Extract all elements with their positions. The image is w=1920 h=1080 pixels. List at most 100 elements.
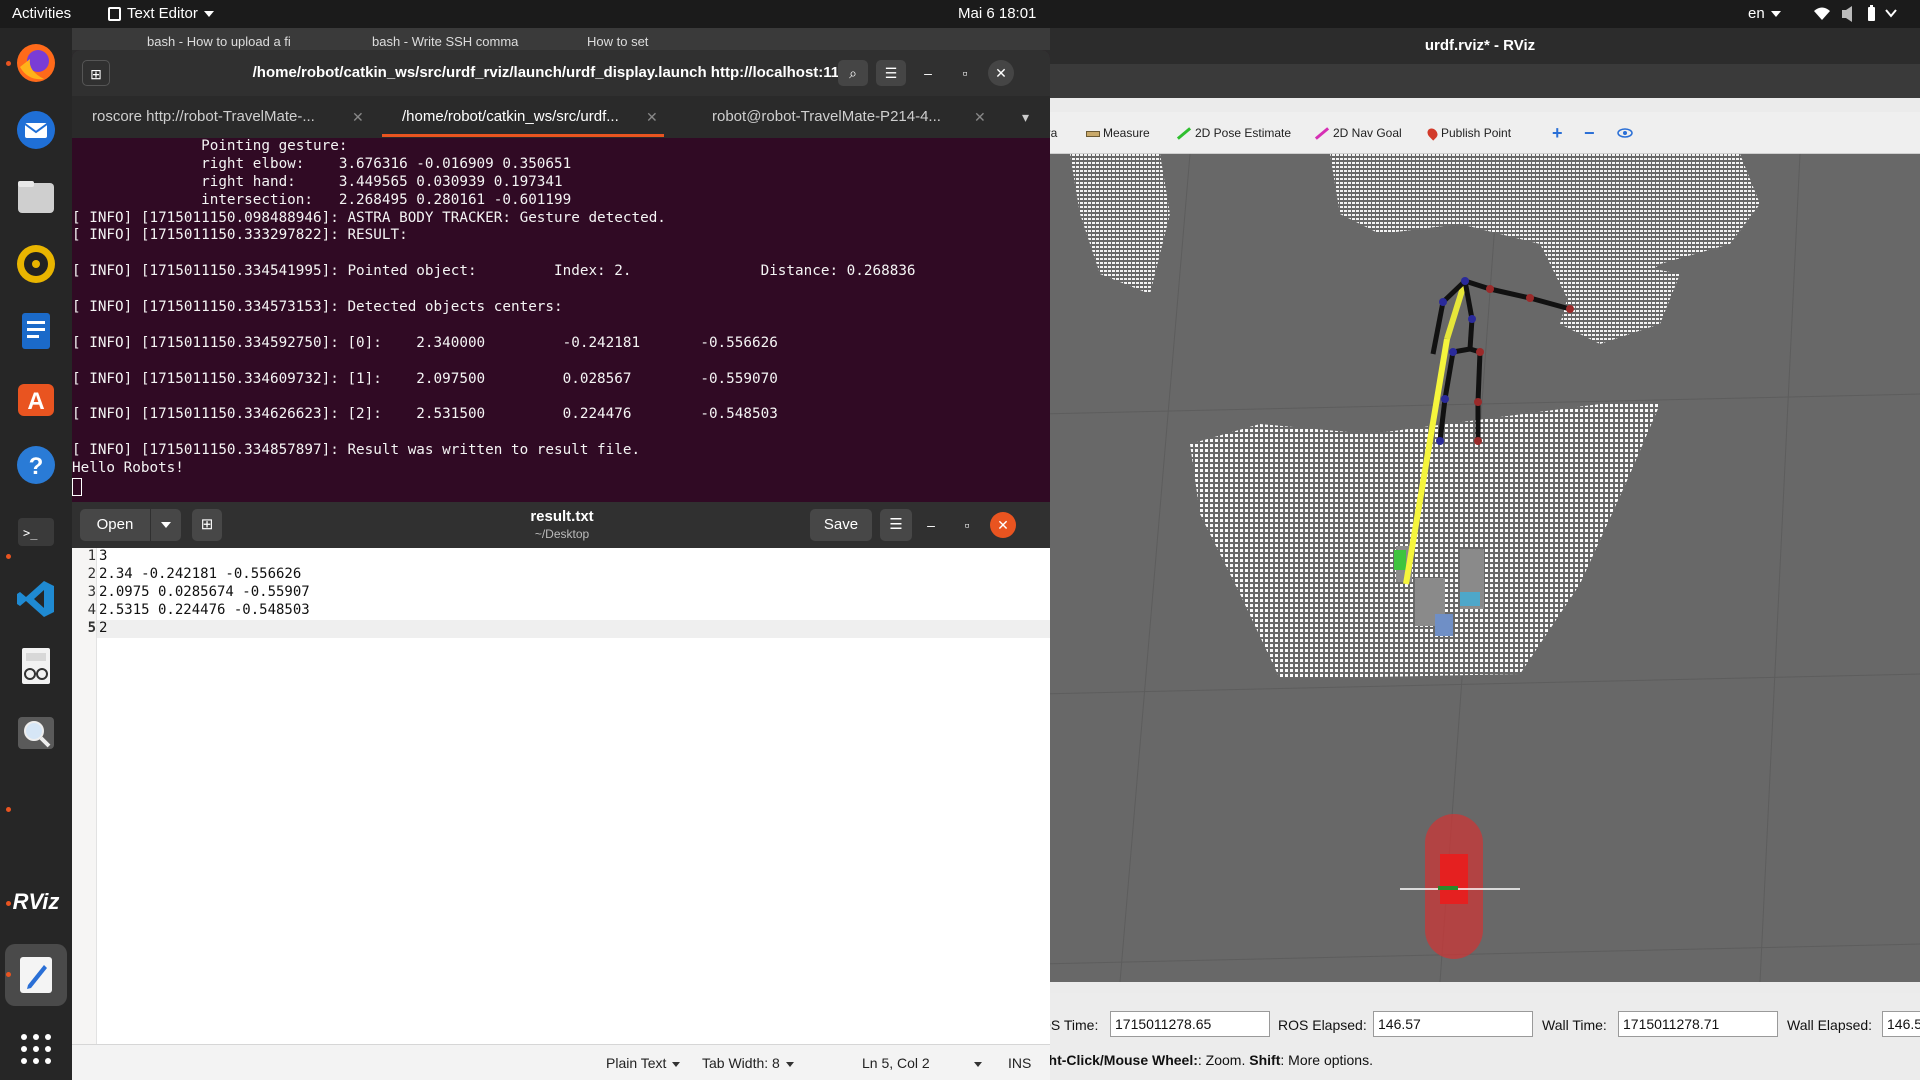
terminal-line: [ INFO] [1715011150.334541995]: Pointed … [72,263,916,280]
firefox-icon[interactable] [11,38,61,88]
tab-robot-shell[interactable]: robot@robot-TravelMate-P214-4... [712,96,941,138]
active-tab-indicator [382,134,664,137]
remove-tool-icon[interactable]: − [1584,112,1595,154]
terminal-output[interactable]: Pointing gesture: right elbow: 3.676316 … [72,138,1050,502]
close-icon[interactable]: ✕ [974,96,986,138]
terminal-icon[interactable]: >_ [11,507,61,557]
app-menu[interactable]: Text Editor [108,0,214,28]
close-icon[interactable]: ✕ [646,96,658,138]
close-icon[interactable]: ✕ [988,60,1014,86]
code-line: 2.5315 0.224476 -0.548503 [99,602,310,618]
position-dropdown[interactable] [968,1045,982,1080]
show-apps-icon[interactable] [11,1024,61,1074]
insert-mode[interactable]: INS [1008,1045,1031,1080]
object-0-box [1394,550,1406,570]
pose-estimate-label: 2D Pose Estimate [1195,126,1292,140]
text-editor-icon[interactable] [5,944,67,1006]
point-cloud-wall-top [1330,154,1760,314]
measure-tool-button[interactable]: Measure [1086,112,1150,154]
editor-status-bar: Plain Text Tab Width: 8 Ln 5, Col 2 INS [72,1044,1050,1080]
terminal-line: [ INFO] [1715011150.098488946]: ASTRA BO… [72,209,666,226]
minimize-icon[interactable]: – [918,512,944,538]
ros-time-field[interactable]: 1715011278.65 [1110,1011,1270,1037]
browser-tab-strip: bash - How to upload a fi bash - Write S… [72,28,1050,50]
cursor-position[interactable]: Ln 5, Col 2 [862,1045,930,1080]
help-icon[interactable]: ? [11,440,61,490]
language-label: en [1748,5,1765,22]
terminal-line: [ INFO] [1715011150.334573153]: Detected… [72,299,563,316]
close-icon[interactable]: ✕ [990,512,1016,538]
point-cloud-scene [1040,154,1920,982]
mouse-hint: ght-Click/Mouse Wheel:: Zoom. Shift: Mor… [1040,1048,1373,1072]
browser-tab-1[interactable]: bash - How to upload a fi [147,34,291,49]
new-tab-icon[interactable]: ⊞ [192,509,222,541]
language-selector[interactable]: Plain Text [606,1045,681,1080]
open-dropdown-button[interactable] [151,509,181,541]
browser-tab-2[interactable]: bash - Write SSH comma [372,34,518,49]
open-button[interactable]: Open [80,509,150,541]
minimize-icon[interactable]: – [915,60,941,86]
pose-estimate-button[interactable]: 2D Pose Estimate [1176,112,1291,154]
files-icon[interactable] [11,172,61,222]
tab-roscore[interactable]: roscore http://robot-TravelMate-... [92,96,315,138]
running-indicator [6,901,11,906]
eye-icon[interactable] [1616,112,1636,154]
system-tray[interactable] [1812,0,1908,28]
3d-viewport[interactable] [1040,154,1920,982]
tab-width-selector[interactable]: Tab Width: 8 [702,1045,794,1080]
dock: A ? >_ RViz [0,28,72,1080]
close-icon[interactable]: ✕ [352,96,364,138]
search-icon[interactable] [11,708,61,758]
terminal-line: right elbow: 3.676316 -0.016909 0.350651 [72,155,572,172]
hamburger-menu-icon[interactable]: ☰ [876,60,906,86]
vscode-icon[interactable] [11,574,61,624]
publish-point-button[interactable]: Publish Point [1425,112,1511,154]
hamburger-menu-icon[interactable]: ☰ [880,509,912,541]
add-tool-icon[interactable]: + [1552,112,1563,154]
search-icon[interactable]: ⌕ [838,60,868,86]
magenta-arrow-icon [1314,127,1330,141]
app-menu-label: Text Editor [127,5,198,22]
terminal-cursor [72,477,82,496]
svg-text:A: A [27,388,44,415]
maximize-icon[interactable]: ▫ [954,512,980,538]
new-tab-icon[interactable]: ⊞ [82,60,110,86]
wall-time-label: Wall Time: [1542,1017,1607,1033]
code-line: 2.0975 0.0285674 -0.55907 [99,584,310,600]
thunderbird-icon[interactable] [11,105,61,155]
editor-header-bar: Open ⊞ result.txt ~/Desktop Save ☰ – ▫ ✕ [72,502,1050,548]
terminal-line: [ INFO] [1715011150.334609732]: [1]: 2.0… [72,370,778,387]
rhythmbox-icon[interactable] [11,239,61,289]
save-button[interactable]: Save [810,509,872,541]
line-number-gutter: 1 2 3 4 5 [72,548,97,1044]
document-viewer-icon[interactable] [11,641,61,691]
language-indicator[interactable]: en [1748,0,1781,28]
browser-tab-3[interactable]: How to set [587,34,648,49]
current-line-highlight [97,620,1050,638]
activities-button[interactable]: Activities [12,0,71,28]
top-bar: Activities Text Editor Mai 6 18:01 en [0,0,1920,28]
terminal-line: [ INFO] [1715011150.334857897]: Result w… [72,442,641,459]
app-center-icon[interactable]: A [11,373,61,423]
hint-mouse: ght-Click/Mouse Wheel: [1040,1052,1198,1068]
line-number: 2 [87,566,96,582]
point-cloud-floor [1190,404,1660,679]
ros-elapsed-field[interactable]: 146.57 [1373,1011,1533,1037]
rviz-window: urdf.rviz* - RViz era Measure 2D Pose Es… [1040,28,1920,1080]
wall-time-field[interactable]: 1715011278.71 [1618,1011,1778,1037]
battery-icon [1868,7,1875,21]
chevron-down-icon [1770,11,1781,18]
running-indicator [6,972,11,977]
chevron-down-icon[interactable]: ▾ [1022,96,1029,138]
tab-urdf-display[interactable]: /home/robot/catkin_ws/src/urdf... [402,96,619,138]
line-number: 4 [87,602,96,618]
wall-elapsed-field[interactable]: 146.5 [1882,1011,1920,1037]
maximize-icon[interactable]: ▫ [952,60,978,86]
nav-goal-button[interactable]: 2D Nav Goal [1314,112,1402,154]
rviz-icon[interactable]: RViz [11,877,61,927]
system-status-icons [1814,5,1897,22]
writer-icon[interactable] [11,306,61,356]
clock[interactable]: Mai 6 18:01 [958,0,1036,28]
